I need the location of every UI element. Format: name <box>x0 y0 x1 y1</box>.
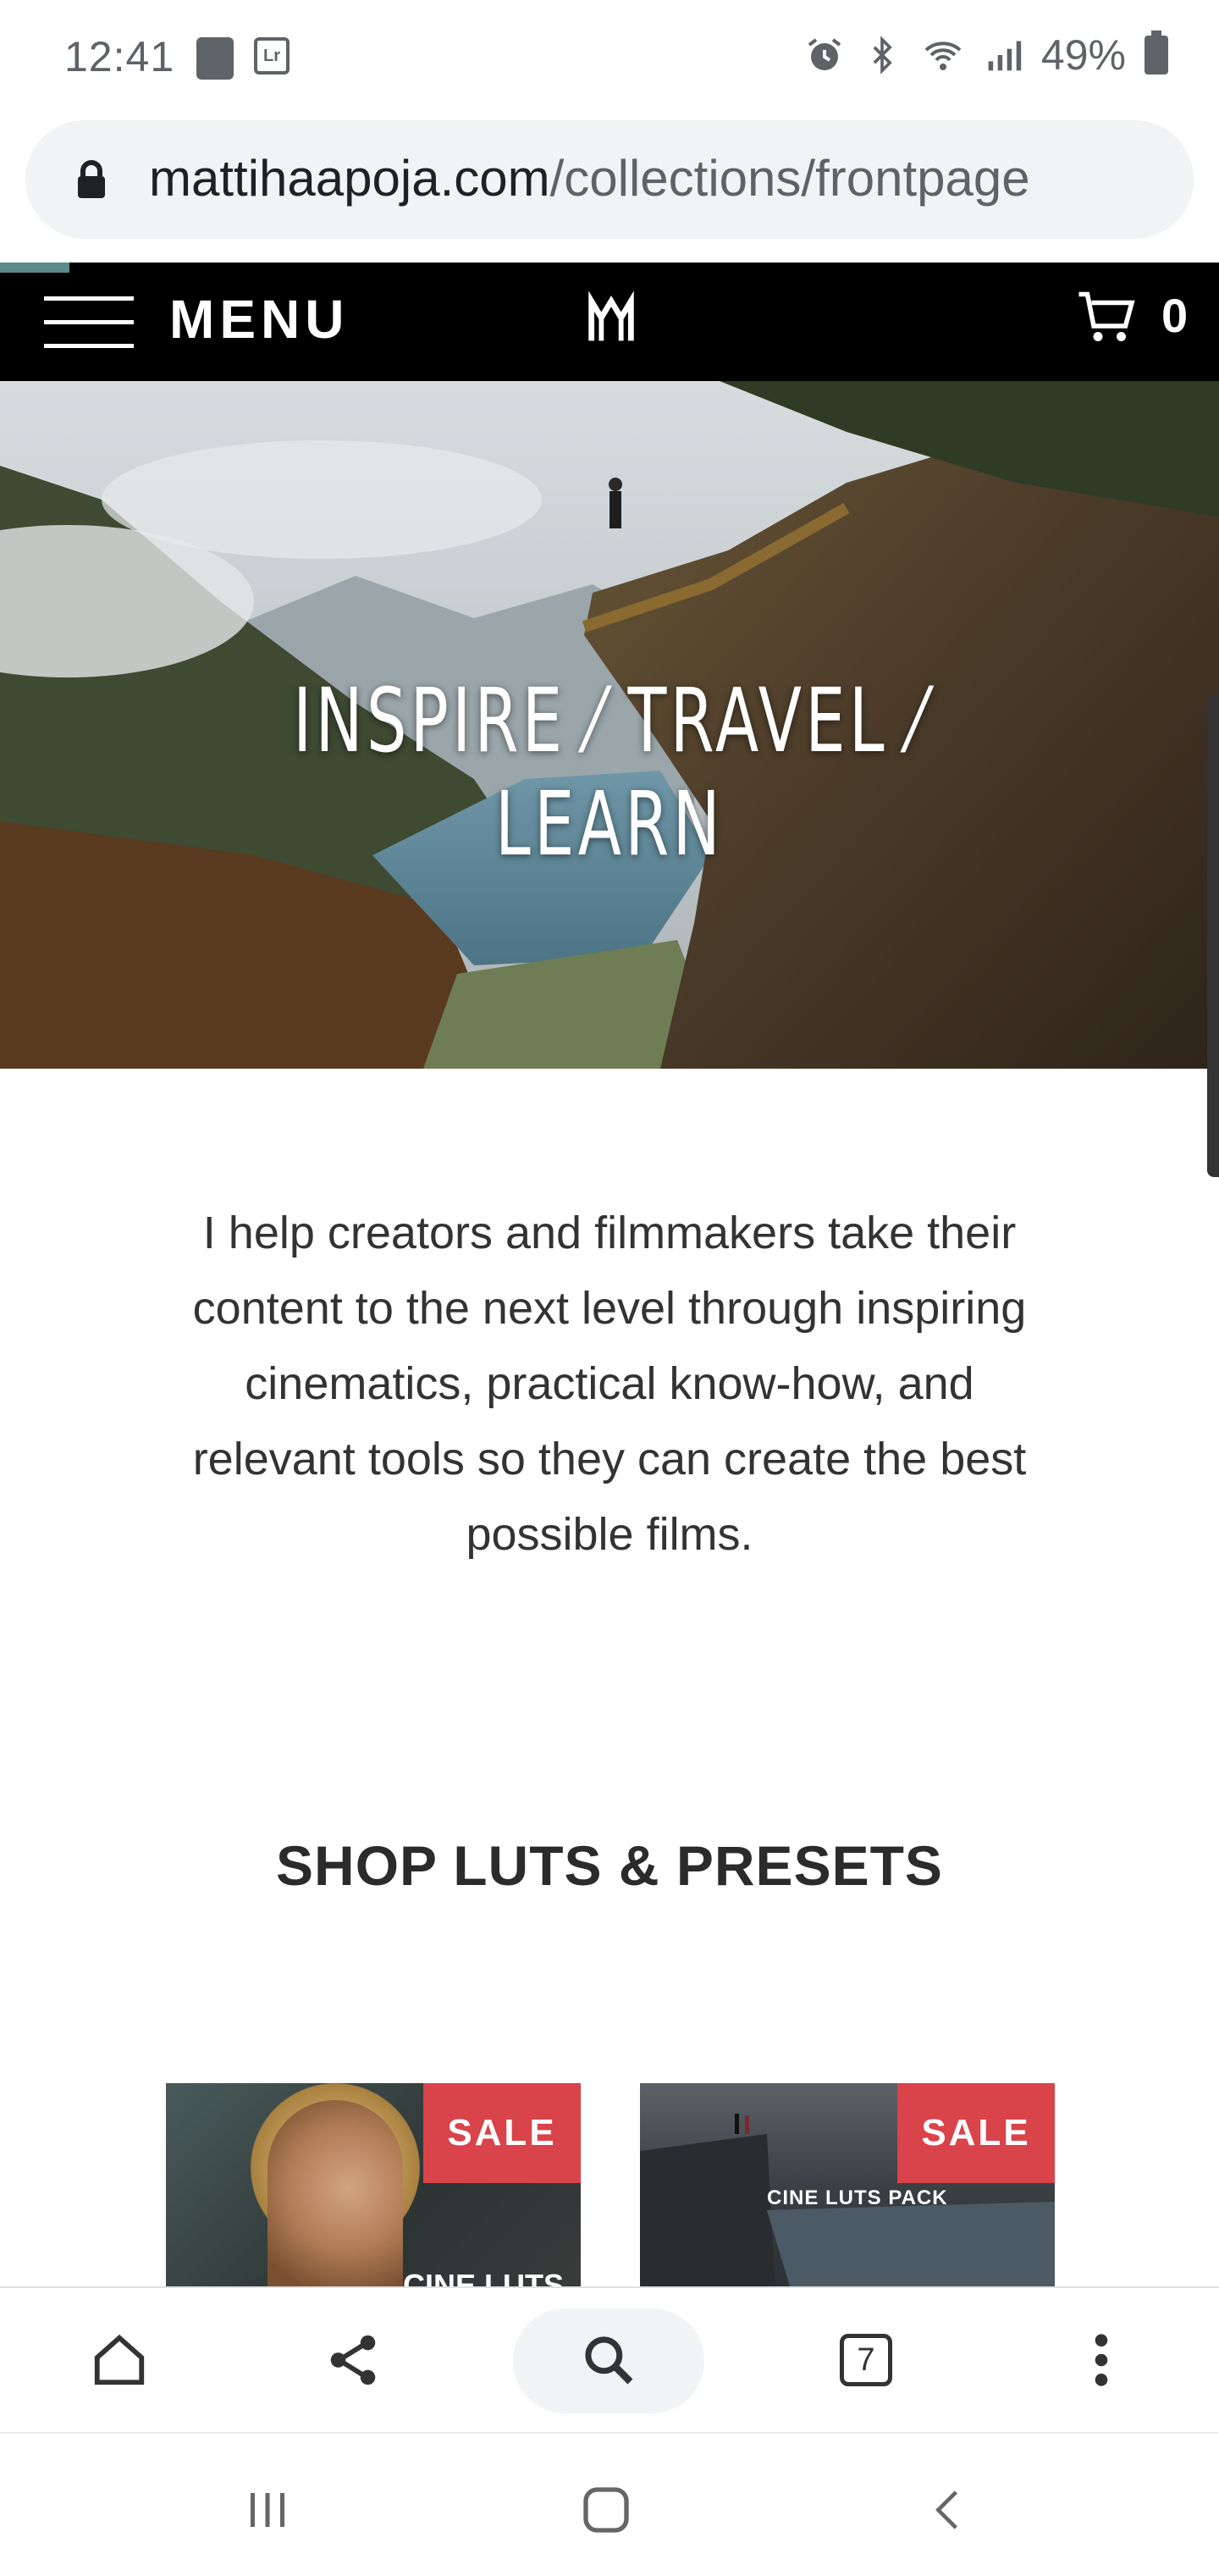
product-card[interactable]: SALE CINE LUTS 2.0 <box>166 2083 581 2295</box>
notification-app-icon <box>196 37 234 80</box>
site-logo[interactable] <box>584 291 638 351</box>
system-home-button[interactable] <box>572 2476 640 2544</box>
tabs-icon: 7 <box>840 2334 892 2386</box>
shop-heading: SHOP LUTS & PRESETS <box>276 1833 943 1897</box>
status-bar: 12:41 Lr 49% <box>0 0 1219 119</box>
tab-count: 7 <box>857 2341 875 2378</box>
url-domain: mattihaapoja.com <box>149 150 550 207</box>
home-icon <box>94 2334 145 2385</box>
battery-icon <box>1145 30 1168 75</box>
lightroom-notification-icon: Lr <box>254 37 290 75</box>
battery-percent: 49% <box>1040 31 1126 79</box>
more-menu-button[interactable] <box>1055 2313 1148 2407</box>
site-header: MENU 0 <box>0 263 1219 381</box>
back-button[interactable] <box>914 2476 982 2544</box>
bluetooth-icon <box>873 36 892 75</box>
alarm-icon <box>808 38 841 70</box>
status-time: 12:41 <box>64 33 175 80</box>
url-path: /collections/frontpage <box>549 150 1030 207</box>
search-icon <box>585 2336 633 2385</box>
wifi-icon <box>924 41 962 70</box>
menu-icon[interactable] <box>44 290 134 354</box>
intro-text: I help creators and filmmakers take thei… <box>192 1208 1027 1560</box>
hero-title: INSPIRE ⁄ TRAVEL ⁄ LEARN <box>293 669 926 876</box>
recents-icon <box>251 2493 284 2527</box>
sale-badge: SALE <box>423 2083 581 2183</box>
signal-icon <box>988 41 1022 71</box>
tabs-button[interactable]: 7 <box>819 2313 913 2407</box>
sale-badge: SALE <box>897 2083 1055 2183</box>
search-icon-wrap[interactable] <box>562 2313 655 2407</box>
product-image-portrait <box>268 2100 403 2295</box>
status-icons: 49% <box>804 30 1168 80</box>
page-load-progress <box>0 263 69 273</box>
lock-icon <box>78 160 105 198</box>
share-icon <box>330 2335 376 2385</box>
menu-button[interactable]: MENU <box>169 288 349 351</box>
browser-toolbar: 7 <box>0 2286 1219 2432</box>
hero-banner: INSPIRE ⁄ TRAVEL ⁄ LEARN <box>0 381 1219 1069</box>
product-card[interactable]: SALE CINE LUTS PACK <box>640 2083 1055 2295</box>
address-bar[interactable]: mattihaapoja.com/collections/frontpage <box>25 120 1194 239</box>
product-caption: CINE LUTS PACK <box>767 2186 948 2209</box>
scroll-indicator[interactable] <box>1207 694 1219 1177</box>
system-home-icon <box>583 2487 629 2533</box>
cart-icon[interactable] <box>1077 288 1136 347</box>
recents-button[interactable] <box>234 2476 301 2544</box>
url-text[interactable]: mattihaapoja.com/collections/frontpage <box>149 149 1030 207</box>
more-vertical-icon <box>1095 2334 1108 2386</box>
system-nav-bar <box>0 2432 1219 2576</box>
share-button[interactable] <box>306 2313 400 2407</box>
cart-count[interactable]: 0 <box>1161 288 1188 343</box>
back-icon <box>935 2490 957 2529</box>
home-button[interactable] <box>73 2313 166 2407</box>
